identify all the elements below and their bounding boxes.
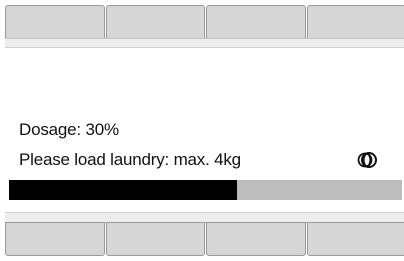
progress-bar — [9, 180, 402, 200]
top-softkey-1[interactable] — [5, 5, 105, 39]
top-softkey-4[interactable] — [306, 5, 404, 39]
top-softkey-2[interactable] — [105, 5, 205, 39]
load-instruction: Please load laundry: max. 4kg — [19, 150, 241, 169]
bottom-softkey-1[interactable] — [5, 222, 105, 256]
dosage-label: Dosage: 30% — [19, 120, 119, 139]
laundry-drum-icon — [357, 152, 377, 168]
progress-bar-fill — [9, 180, 237, 200]
bottom-softkey-4[interactable] — [306, 222, 404, 256]
top-softkey-row — [5, 5, 404, 39]
bottom-softkey-row — [5, 222, 404, 256]
bottom-softkey-2[interactable] — [105, 222, 205, 256]
appliance-display: Dosage: 30% Please load laundry: max. 4k… — [0, 0, 404, 261]
bottom-softkey-3[interactable] — [206, 222, 306, 256]
top-softkey-3[interactable] — [206, 5, 306, 39]
